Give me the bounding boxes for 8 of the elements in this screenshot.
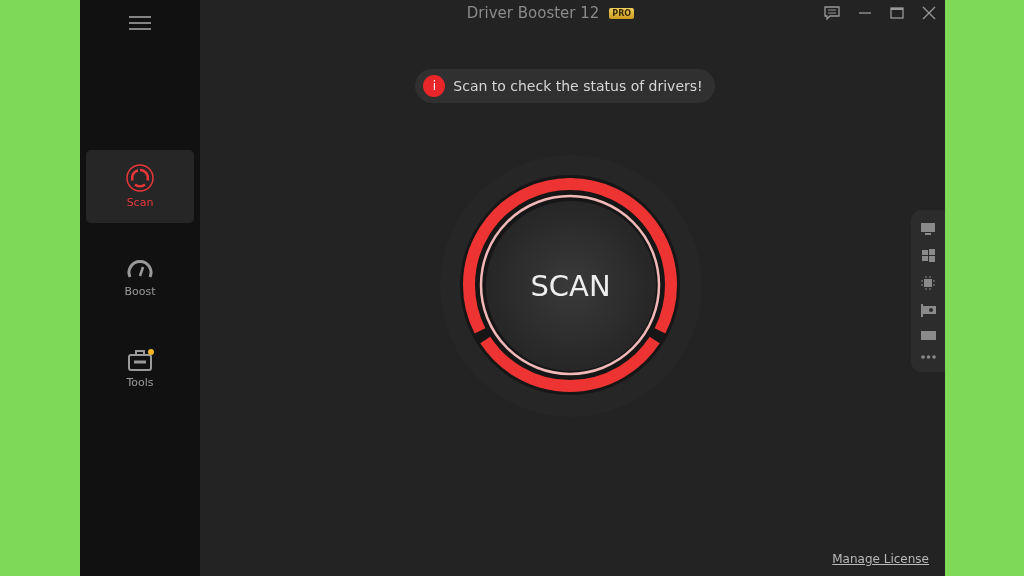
nav-item[interactable]: Scan [86,150,194,223]
notice-message: Scan to check the status of drivers! [453,78,703,94]
nav-item[interactable]: Boost [86,241,194,314]
manage-license-link[interactable]: Manage License [832,552,929,566]
nav-item[interactable]: Tools [86,332,194,405]
info-icon: i [423,75,446,97]
window-title: Driver Booster 12 [466,4,600,22]
pro-badge: PRO [609,7,635,19]
